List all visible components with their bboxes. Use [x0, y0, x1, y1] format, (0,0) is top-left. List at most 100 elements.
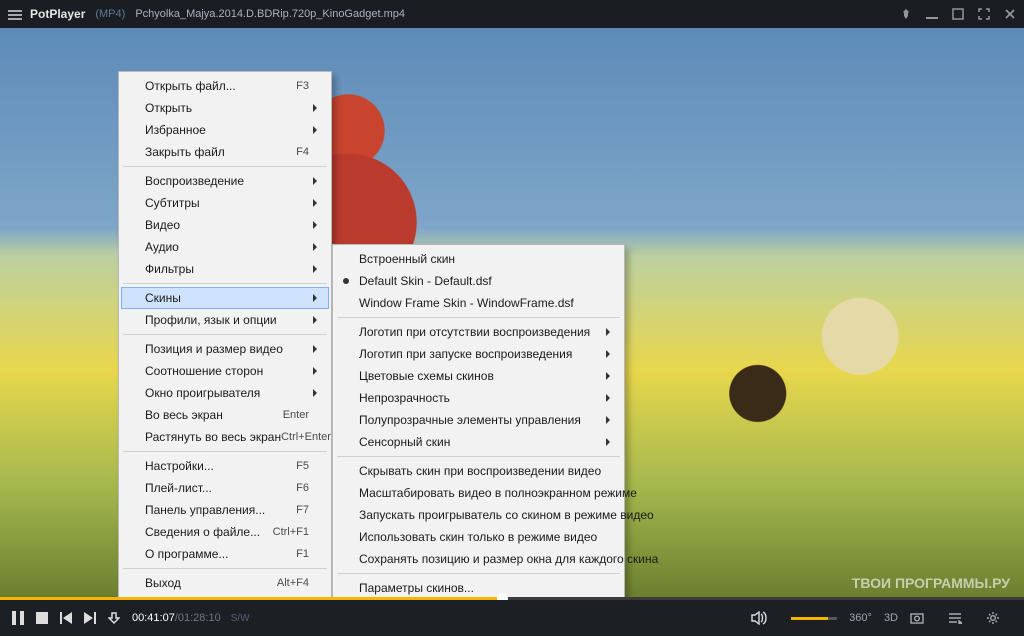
menu-item[interactable]: Скины: [121, 287, 329, 309]
menu-item[interactable]: Использовать скин только в режиме видео: [335, 526, 622, 548]
menu-item[interactable]: Закрыть файлF4: [121, 141, 329, 163]
menu-item-label: Позиция и размер видео: [145, 342, 309, 356]
menu-item[interactable]: Масштабировать видео в полноэкранном реж…: [335, 482, 622, 504]
context-menu-skins: Встроенный скин Default Skin - Default.ds…: [332, 244, 625, 599]
menu-item[interactable]: Настройки...F5: [121, 455, 329, 477]
pause-button[interactable]: [12, 611, 24, 625]
menu-item[interactable]: Сведения о файле...Ctrl+F1: [121, 521, 329, 543]
menu-item-label: Избранное: [145, 123, 309, 137]
volume-slider[interactable]: [791, 617, 837, 620]
menu-item-label: Запускать проигрыватель со скином в режи…: [359, 508, 654, 522]
menu-item[interactable]: Избранное: [121, 119, 329, 141]
next-button[interactable]: [84, 612, 96, 624]
stop-button[interactable]: [36, 612, 48, 624]
menu-item[interactable]: Фильтры: [121, 258, 329, 280]
menu-separator: [337, 456, 620, 457]
menu-item[interactable]: Скрывать скин при воспроизведении видео: [335, 460, 622, 482]
menu-item-label: Выход: [145, 576, 277, 590]
menu-item-label: Панель управления...: [145, 503, 296, 517]
menu-item[interactable]: Панель управления...F7: [121, 499, 329, 521]
menu-item[interactable]: Запускать проигрыватель со скином в режи…: [335, 504, 622, 526]
menu-separator: [123, 568, 327, 569]
menu-separator: [123, 166, 327, 167]
menu-item[interactable]: Window Frame Skin - WindowFrame.dsf: [335, 292, 622, 314]
menu-item[interactable]: Плей-лист...F6: [121, 477, 329, 499]
fullscreen-icon[interactable]: [978, 8, 990, 20]
menu-item-label: Логотип при отсутствии воспроизведения: [359, 325, 602, 339]
360-button[interactable]: 360°: [849, 612, 872, 624]
menu-item-label: Профили, язык и опции: [145, 313, 309, 327]
video-canvas[interactable]: ТВОИ ПРОГРАММЫ.РУ Открыть файл...F3Откры…: [0, 28, 1024, 599]
pin-icon[interactable]: [900, 8, 912, 20]
menu-item-label: Встроенный скин: [359, 252, 602, 266]
settings-icon[interactable]: [986, 611, 1000, 625]
menu-item[interactable]: Аудио: [121, 236, 329, 258]
menu-separator: [123, 451, 327, 452]
menu-item[interactable]: Открыть файл...F3: [121, 75, 329, 97]
playlist-icon[interactable]: [948, 612, 962, 624]
menu-item[interactable]: Встроенный скин: [335, 248, 622, 270]
close-icon[interactable]: [1004, 8, 1016, 20]
radio-dot-icon: [343, 278, 349, 284]
menu-item[interactable]: Во весь экранEnter: [121, 404, 329, 426]
menu-item-shortcut: Ctrl+F1: [273, 526, 309, 538]
menu-item-shortcut: F3: [296, 80, 309, 92]
menu-item[interactable]: Субтитры: [121, 192, 329, 214]
menu-item-label: Полупрозрачные элементы управления: [359, 413, 602, 427]
context-menu-main: Открыть файл...F3 Открыть Избранное Закрыть…: [118, 71, 332, 598]
time-current: 00:41:07: [132, 612, 175, 624]
menu-item-label: Закрыть файл: [145, 145, 296, 159]
menu-item[interactable]: Непрозрачность: [335, 387, 622, 409]
menu-item[interactable]: Цветовые схемы скинов: [335, 365, 622, 387]
menu-item-label: Окно проигрывателя: [145, 386, 309, 400]
menu-item[interactable]: Окно проигрывателя: [121, 382, 329, 404]
menu-item-label: Настройки...: [145, 459, 296, 473]
menu-item-label: Открыть файл...: [145, 79, 296, 93]
menu-item-label: Субтитры: [145, 196, 309, 210]
app-name: PotPlayer: [30, 7, 85, 21]
menu-item-label: Сенсорный скин: [359, 435, 602, 449]
3d-button[interactable]: 3D: [884, 612, 898, 624]
hamburger-icon[interactable]: [8, 8, 22, 20]
menu-item[interactable]: Сохранять позицию и размер окна для кажд…: [335, 548, 622, 570]
menu-separator: [337, 573, 620, 574]
format-label: (MP4): [95, 8, 125, 20]
menu-item-label: Сохранять позицию и размер окна для кажд…: [359, 552, 658, 566]
minimize-icon[interactable]: [926, 8, 938, 20]
menu-item[interactable]: Профили, язык и опции: [121, 309, 329, 331]
menu-item-shortcut: F4: [296, 146, 309, 158]
watermark: ТВОИ ПРОГРАММЫ.РУ: [852, 575, 1010, 591]
screenshot-icon[interactable]: [910, 612, 924, 624]
menu-item-label: Цветовые схемы скинов: [359, 369, 602, 383]
menu-item[interactable]: Соотношение сторон: [121, 360, 329, 382]
menu-item-label: Непрозрачность: [359, 391, 602, 405]
menu-item[interactable]: Default Skin - Default.dsf: [335, 270, 622, 292]
menu-item-label: Видео: [145, 218, 309, 232]
menu-item-label: Открыть: [145, 101, 309, 115]
menu-item[interactable]: Полупрозрачные элементы управления: [335, 409, 622, 431]
renderer-mode-label[interactable]: S/W: [231, 613, 250, 624]
menu-item[interactable]: О программе...F1: [121, 543, 329, 565]
menu-item-label: Параметры скинов...: [359, 581, 602, 595]
menu-item-shortcut: Enter: [283, 409, 309, 421]
menu-item-label: Соотношение сторон: [145, 364, 309, 378]
menu-item-shortcut: F1: [296, 548, 309, 560]
time-duration: 01:28:10: [178, 612, 221, 624]
menu-item[interactable]: Сенсорный скин: [335, 431, 622, 453]
maximize-icon[interactable]: [952, 8, 964, 20]
volume-icon[interactable]: [751, 611, 767, 625]
open-button[interactable]: [108, 612, 120, 624]
menu-item[interactable]: Параметры скинов...: [335, 577, 622, 599]
filename: Pchyolka_Majya.2014.D.BDRip.720p_KinoGad…: [135, 8, 405, 20]
prev-button[interactable]: [60, 612, 72, 624]
menu-item[interactable]: Позиция и размер видео: [121, 338, 329, 360]
menu-item-label: Использовать скин только в режиме видео: [359, 530, 602, 544]
menu-item[interactable]: Открыть: [121, 97, 329, 119]
menu-item[interactable]: Логотип при отсутствии воспроизведения: [335, 321, 622, 343]
menu-item[interactable]: Видео: [121, 214, 329, 236]
menu-item[interactable]: ВыходAlt+F4: [121, 572, 329, 594]
menu-item[interactable]: Воспроизведение: [121, 170, 329, 192]
menu-item[interactable]: Растянуть во весь экранCtrl+Enter: [121, 426, 329, 448]
menu-item[interactable]: Логотип при запуске воспроизведения: [335, 343, 622, 365]
menu-item-label: Window Frame Skin - WindowFrame.dsf: [359, 296, 602, 310]
